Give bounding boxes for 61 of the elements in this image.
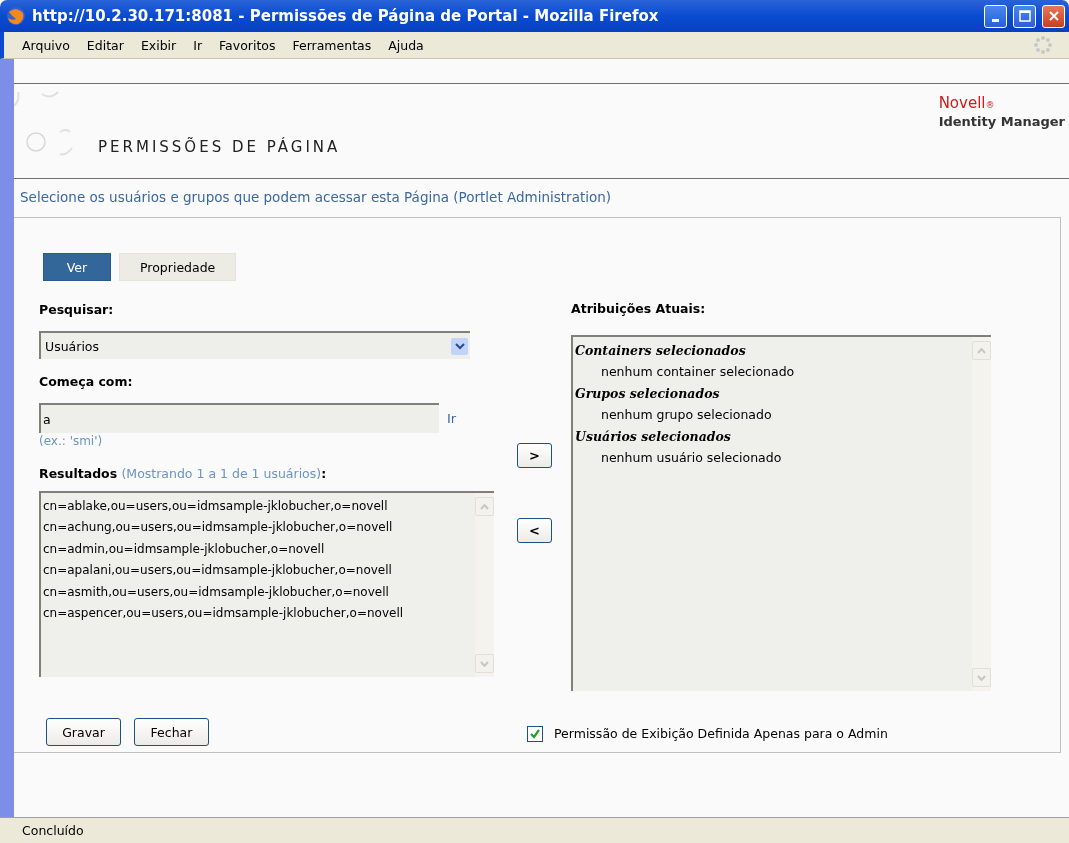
maximize-icon: [1018, 10, 1031, 22]
move-button[interactable]: <: [517, 518, 552, 543]
go-link[interactable]: Ir: [447, 410, 457, 426]
assignments-label: Atribuições Atuais:: [571, 301, 707, 316]
close-icon: [1047, 10, 1060, 22]
scrollbar[interactable]: [972, 337, 991, 691]
menu-item[interactable]: Favoritos: [219, 37, 276, 53]
menu-item[interactable]: Ajuda: [388, 37, 424, 53]
minimize-icon: [992, 18, 999, 22]
move-button[interactable]: >: [517, 443, 552, 468]
chevron-down-icon: [451, 337, 468, 355]
tab[interactable]: Ver: [43, 253, 111, 281]
scroll-up-button[interactable]: [475, 497, 494, 516]
list-item[interactable]: cn=asmith,ou=users,ou=idmsample-jklobucher,o=novell: [43, 581, 473, 604]
menu-item[interactable]: Ir: [193, 37, 203, 53]
menu-item[interactable]: Exibir: [140, 37, 177, 53]
throbber-icon: [1033, 35, 1053, 55]
group-heading: Usuários selecionados: [575, 428, 732, 446]
action-button[interactable]: Gravar: [46, 718, 121, 746]
chevron-up-icon: [480, 503, 489, 510]
checkmark-icon: [529, 727, 541, 740]
search-type-dropdown[interactable]: Usuários: [39, 331, 470, 359]
chevron-down-icon: [977, 674, 986, 681]
status-text: Concluído: [22, 823, 84, 838]
menu-item[interactable]: Editar: [86, 37, 124, 53]
brand-logo: Novell®: [938, 94, 996, 112]
browser-logo-icon: [6, 6, 26, 26]
menu-item[interactable]: Ferramentas: [292, 37, 372, 53]
menu-item[interactable]: Arquivo: [22, 37, 70, 53]
chevron-down-icon: [480, 660, 489, 667]
chevron-up-icon: [977, 347, 986, 354]
group-entry: nenhum grupo selecionado: [600, 406, 773, 424]
search-label: Pesquisar:: [39, 302, 115, 317]
group-entry: nenhum container selecionado: [600, 363, 796, 381]
minimize-button[interactable]: [984, 4, 1007, 28]
product-name: Identity Manager: [938, 114, 1065, 129]
group-heading: Containers selecionados: [575, 342, 747, 360]
list-item[interactable]: cn=aspencer,ou=users,ou=idmsample-jklobucher,o=novell: [43, 603, 473, 625]
group-entry: nenhum usuário selecionado: [600, 449, 783, 467]
starts-with-label: Começa com:: [39, 374, 134, 389]
checkbox[interactable]: [527, 725, 543, 742]
action-button[interactable]: Fechar: [134, 718, 209, 746]
list-item[interactable]: cn=apalani,ou=users,ou=idmsample-jklobucher,o=novell: [43, 560, 473, 582]
page-title: PERMISSÕES DE PÁGINA: [98, 138, 341, 156]
group-heading: Grupos selecionados: [575, 385, 721, 403]
close-button[interactable]: [1042, 4, 1065, 28]
results-label: Resultados (Mostrando 1 a 1 de 1 usuários):: [39, 466, 328, 481]
list-item[interactable]: cn=ablake,ou=users,ou=idmsample-jklobucher,o=novell: [43, 496, 473, 518]
instruction-text: Selecione os usuários e grupos que podem acessar esta Página (Portlet Administration): [20, 189, 613, 205]
list-item[interactable]: cn=achung,ou=users,ou=idmsample-jklobucher,o=novell: [43, 517, 473, 539]
window-title: http://10.2.30.171:8081 - Permissões de Página de Portal - Mozilla Firefox: [32, 7, 660, 25]
scroll-down-button[interactable]: [972, 668, 991, 687]
maximize-button[interactable]: [1013, 4, 1036, 28]
list-item[interactable]: cn=admin,ou=idmsample-jklobucher,o=novell: [43, 538, 473, 561]
scrollbar[interactable]: [475, 493, 494, 677]
search-input-field[interactable]: a: [39, 403, 439, 433]
scroll-down-button[interactable]: [475, 654, 494, 673]
checkbox-label: Permissão de Exibição Definida Apenas para o Admin: [554, 726, 888, 741]
scroll-up-button[interactable]: [972, 341, 991, 360]
input-hint: (ex.: 'smi'): [39, 434, 104, 448]
tab[interactable]: Propriedade: [119, 253, 237, 281]
